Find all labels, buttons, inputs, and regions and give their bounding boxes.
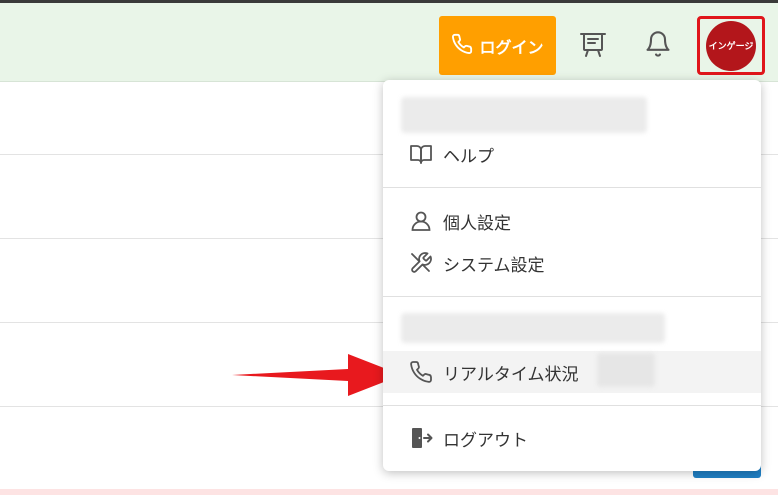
menu-item-personal-settings[interactable]: 個人設定: [409, 206, 511, 236]
menu-divider: [383, 187, 761, 188]
menu-item-realtime-status[interactable]: リアルタイム状況: [409, 357, 579, 387]
presentation-board-icon: [578, 29, 608, 63]
menu-item-label: システム設定: [443, 255, 545, 276]
avatar: インゲージ: [706, 20, 756, 71]
menu-item-label: ヘルプ: [443, 146, 494, 167]
redacted-section-info: [401, 313, 665, 343]
exit-door-icon: [409, 426, 433, 450]
redacted-user-info: [401, 97, 647, 133]
bottom-row-highlight: [0, 489, 778, 495]
board-button[interactable]: [575, 28, 611, 64]
tools-icon: [409, 251, 433, 275]
login-label: ログイン: [479, 37, 544, 57]
bell-icon: [644, 30, 672, 62]
phone-icon: [451, 33, 473, 59]
login-button[interactable]: ログイン: [439, 16, 556, 75]
menu-divider: [383, 405, 761, 406]
menu-item-label: 個人設定: [443, 213, 511, 234]
notifications-button[interactable]: [640, 28, 676, 64]
user-menu-button[interactable]: インゲージ: [697, 16, 765, 75]
redacted-status-value: [597, 353, 655, 387]
menu-item-label: リアルタイム状況: [443, 364, 579, 385]
phone-icon: [409, 360, 433, 384]
red-arrow-annotation-icon: [232, 352, 404, 402]
menu-item-help[interactable]: ヘルプ: [409, 139, 494, 169]
menu-item-system-settings[interactable]: システム設定: [409, 248, 545, 278]
user-dropdown-menu: ヘルプ 個人設定 システム設定 リアルタイム状況 ログアウト: [383, 80, 761, 471]
menu-divider: [383, 296, 761, 297]
book-icon: [409, 142, 433, 166]
menu-item-label: ログアウト: [443, 430, 528, 451]
app-header: ログイン インゲージ: [0, 3, 778, 82]
menu-item-logout[interactable]: ログアウト: [409, 423, 528, 453]
user-icon: [409, 209, 433, 233]
